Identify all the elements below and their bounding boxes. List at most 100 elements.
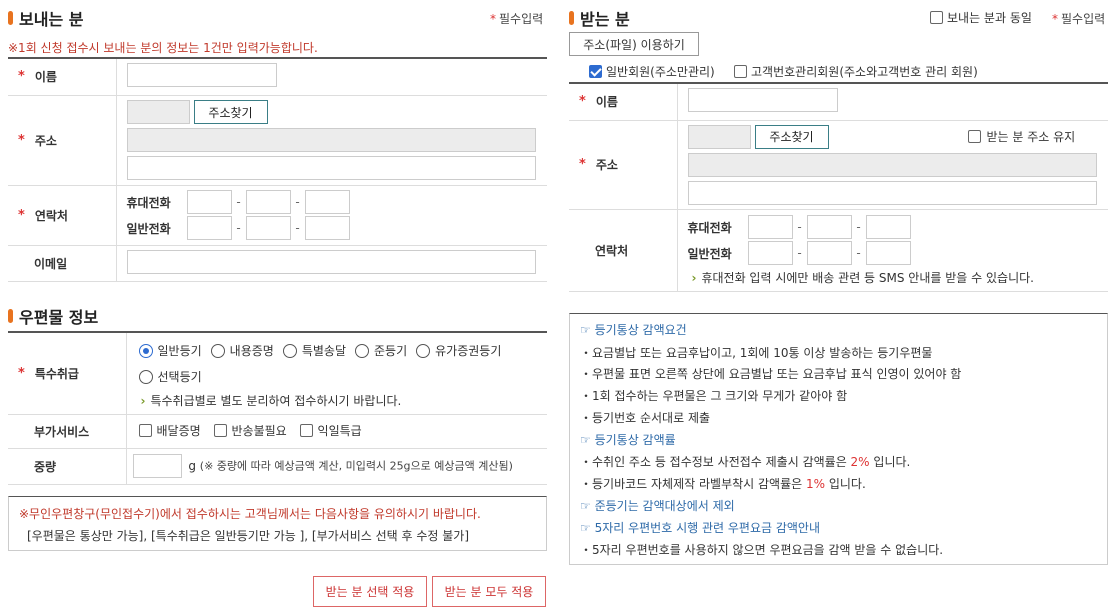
special-option-securities[interactable]: 유가증권등기 (416, 342, 501, 359)
sender-mobile-2[interactable] (245, 190, 291, 214)
special-note: › 특수취급별로 별도 분리하여 접수하시기 바랍니다. (141, 392, 548, 409)
radio-icon[interactable] (138, 343, 153, 358)
receiver-contact-label-text: 연락처 (595, 243, 629, 258)
receiver-mobile-3[interactable] (865, 215, 911, 239)
info-bullet-6-pre: ・등기바코드 자체제작 라벨부착시 감액률은 (580, 477, 806, 491)
section-bar-icon (569, 11, 574, 25)
extra-service-label-text: 부가서비스 (34, 424, 90, 439)
special-option-text: 일반등기 (157, 344, 202, 359)
sender-address-search-button[interactable]: 주소찾기 (193, 100, 268, 124)
special-option-general[interactable]: 일반등기 (138, 342, 202, 359)
sender-email-label-text: 이메일 (34, 256, 68, 271)
member-general-checkbox[interactable]: 일반회원(주소만관리) (589, 63, 715, 80)
receiver-name-input[interactable] (687, 88, 838, 113)
keep-address-text: 받는 분 주소 유지 (986, 130, 1076, 144)
special-option-semi[interactable]: 준등기 (355, 342, 407, 359)
sender-contact-label: * 연락처 (8, 185, 117, 246)
receiver-mobile-1[interactable] (747, 215, 793, 239)
info-bullet-3: ・1회 접수하는 우편물은 그 크기와 무게가 같아야 함 (580, 389, 848, 403)
extra-option-next-day[interactable]: 익일특급 (299, 422, 362, 439)
required-star-icon: * (490, 12, 496, 26)
sender-name-input[interactable] (126, 63, 277, 88)
info-bullet-6-rate: 1% (805, 477, 826, 491)
required-star-icon: * (18, 69, 25, 85)
sender-phone-1[interactable] (186, 216, 232, 240)
checkbox-icon[interactable] (299, 424, 313, 437)
sender-mobile-3[interactable] (304, 190, 350, 214)
address-file-button[interactable]: 주소(파일) 이용하기 (569, 32, 699, 56)
info-bullet-5: ・수취인 주소 등 접수정보 사전접수 제출시 감액률은 2% 입니다. (580, 453, 910, 470)
radio-icon[interactable] (210, 343, 225, 358)
sender-phone-2[interactable] (245, 216, 291, 240)
sender-title-text: 보내는 분 (19, 10, 84, 29)
receiver-name-label: * 이름 (569, 82, 678, 121)
receiver-phone-2[interactable] (806, 241, 852, 265)
receiver-phone-3[interactable] (865, 241, 911, 265)
info-bullet-5-rate: 2% (850, 455, 870, 469)
member-customer-text: 고객번호관리회원(주소와고객번호 관리 회원) (751, 65, 978, 79)
receiver-mobile-label: 휴대전화 (687, 220, 732, 235)
extra-service-label: 부가서비스 (8, 414, 127, 449)
info-heading-2: ☞ 등기통상 감액률 (580, 433, 676, 447)
chevron-right-icon: › (140, 393, 146, 408)
receiver-address1-input[interactable] (687, 152, 1097, 177)
info-heading-3: ☞ 준등기는 감액대상에서 제외 (580, 499, 735, 513)
receiver-address2-input[interactable] (687, 180, 1097, 205)
member-customer-checkbox[interactable]: 고객번호관리회원(주소와고객번호 관리 회원) (734, 63, 978, 80)
sender-form: * 이름 * 주소 주소찾기 * 연락처 휴대전화 - - 일반전화 - - 이… (8, 57, 547, 282)
required-star-icon: * (579, 94, 586, 110)
sender-required-note: * 필수입력 (490, 10, 543, 27)
extra-option-delivery-proof[interactable]: 배달증명 (138, 422, 201, 439)
weight-label-text: 중량 (34, 459, 57, 474)
same-as-sender-box[interactable] (930, 11, 943, 24)
sender-email-input[interactable] (126, 249, 536, 274)
receiver-form: * 이름 * 주소 주소찾기 받는 분 주소 유지 연락처 휴대전화 - - 일… (569, 82, 1108, 292)
radio-icon[interactable] (355, 343, 370, 358)
receiver-phone-1[interactable] (747, 241, 793, 265)
special-note-text: 특수취급별로 별도 분리하여 접수하시기 바랍니다. (150, 393, 402, 408)
sender-address-label: * 주소 (8, 95, 117, 186)
caution-line-1: ※무인우편창구(무인접수기)에서 접수하시는 고객님께서는 다음사항을 유의하시… (19, 507, 481, 521)
sender-mobile-1[interactable] (186, 190, 232, 214)
extra-option-text: 배달증명 (156, 424, 201, 438)
apply-all-button[interactable]: 받는 분 모두 적용 (432, 576, 546, 607)
same-as-sender-checkbox[interactable]: 보내는 분과 동일 (930, 9, 1032, 26)
radio-icon[interactable] (282, 343, 297, 358)
postal-title-text: 우편물 정보 (19, 308, 99, 327)
receiver-phone-label: 일반전화 (687, 246, 732, 261)
radio-icon[interactable] (138, 369, 153, 384)
receiver-required-note: * 필수입력 (1052, 10, 1105, 27)
special-option-selective[interactable]: 선택등기 (138, 368, 202, 385)
receiver-mobile-2[interactable] (806, 215, 852, 239)
sms-note: › 휴대전화 입력 시에만 배송 관련 등 SMS 안내를 받을 수 있습니다. (692, 269, 1109, 286)
special-option-special[interactable]: 특별송달 (282, 342, 346, 359)
sender-required-text: 필수입력 (499, 12, 544, 26)
discount-info-box: ☞ 등기통상 감액요건 ・요금별납 또는 요금후납이고, 1회에 10통 이상 … (569, 313, 1108, 565)
receiver-title-text: 받는 분 (580, 10, 630, 29)
info-bullet-5-pre: ・수취인 주소 등 접수정보 사전접수 제출시 감액률은 (580, 455, 851, 469)
required-star-icon: * (18, 365, 25, 381)
sender-address1-input[interactable] (126, 128, 536, 152)
info-bullet-1: ・요금별납 또는 요금후납이고, 1회에 10통 이상 발송하는 등기우편물 (580, 346, 933, 360)
required-star-icon: * (579, 157, 586, 172)
receiver-zipcode-input[interactable] (687, 124, 751, 149)
radio-icon[interactable] (416, 343, 431, 358)
special-option-content[interactable]: 내용증명 (210, 342, 274, 359)
receiver-address-search-button[interactable]: 주소찾기 (754, 124, 829, 149)
checkbox-icon[interactable] (213, 424, 227, 437)
member-customer-box[interactable] (734, 65, 747, 78)
receiver-contact-label: 연락처 (569, 209, 678, 292)
sender-address2-input[interactable] (126, 156, 536, 180)
keep-address-checkbox[interactable]: 받는 분 주소 유지 (967, 128, 1076, 145)
receiver-name-label-text: 이름 (595, 95, 618, 110)
sender-phone-3[interactable] (304, 216, 350, 240)
apply-selected-button[interactable]: 받는 분 선택 적용 (313, 576, 427, 607)
extra-option-no-return[interactable]: 반송불필요 (213, 422, 287, 439)
checkbox-icon[interactable] (138, 424, 152, 437)
weight-input[interactable] (132, 454, 182, 478)
receiver-required-text: 필수입력 (1061, 12, 1106, 26)
special-option-text: 선택등기 (157, 370, 202, 385)
sender-zipcode-input[interactable] (126, 100, 190, 124)
keep-address-box[interactable] (967, 130, 981, 143)
member-general-box[interactable] (589, 65, 602, 78)
